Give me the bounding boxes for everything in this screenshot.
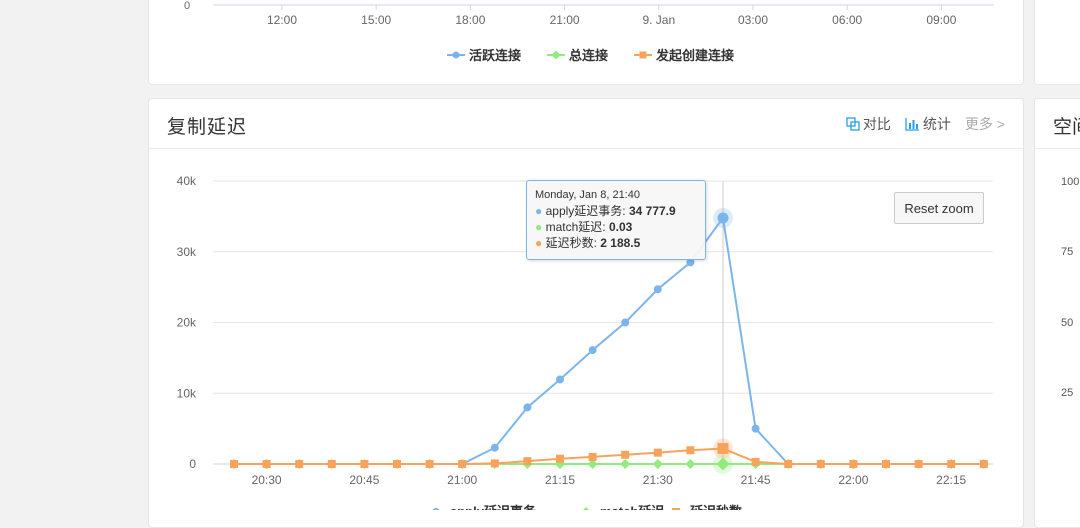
tooltip-label: match延迟	[546, 220, 603, 234]
tooltip-value: 34 777.9	[629, 204, 676, 218]
legend-label: 活跃连接	[469, 45, 521, 64]
legend-marker	[453, 51, 460, 58]
legend-item[interactable]: 总连接	[547, 45, 608, 64]
connections-legend: 活跃连接 总连接 发起创建连接	[447, 45, 734, 64]
panel-actions: 对比 统计 更多 >	[846, 114, 1005, 134]
tooltip-row-delay: ● 延迟秒数: 2 188.5	[535, 235, 697, 251]
space-panel-title: 空间	[1053, 112, 1080, 139]
series-dot-icon: ●	[535, 220, 542, 234]
legend-symbol-icon	[634, 49, 652, 61]
space-y-tick: 75	[1061, 246, 1073, 258]
space-y-tick: 25	[1061, 387, 1073, 399]
x-tick-label: 09:00	[926, 13, 956, 27]
reset-zoom-button[interactable]: Reset zoom	[894, 192, 984, 224]
space-panel: 空间 100 75 50 25	[1034, 98, 1080, 528]
connections-panel: 0 12:00 15:00 18:00 21:00 9. Jan 03:00 06:00 09…	[148, 0, 1024, 85]
tooltip-value: 0.03	[609, 220, 632, 234]
stats-label: 统计	[923, 114, 951, 134]
series-dot-icon: ●	[535, 204, 542, 218]
tooltip-value: 2 188.5	[600, 236, 640, 250]
y-tick-label: 0	[184, 0, 190, 12]
tooltip-row-match: ● match延迟: 0.03	[535, 219, 697, 235]
compare-icon	[846, 117, 860, 131]
legend-symbol-icon	[447, 49, 465, 61]
stats-button[interactable]: 统计	[905, 114, 951, 134]
x-tick-label: 15:00	[361, 13, 391, 27]
x-tick-label: 9. Jan	[642, 13, 675, 27]
x-tick-label: 03:00	[738, 13, 768, 27]
space-y-tick: 50	[1061, 317, 1073, 329]
legend-symbol-icon	[547, 49, 565, 61]
top-right-panel	[1034, 0, 1080, 85]
bar-chart-icon	[905, 117, 920, 131]
connections-chart: 0 12:00 15:00 18:00 21:00 9. Jan 03:00 06:00 09…	[149, 0, 1025, 85]
tooltip-label: 延迟秒数	[546, 236, 594, 250]
space-y-tick: 100	[1061, 176, 1079, 188]
legend-item[interactable]: 发起创建连接	[634, 45, 734, 64]
x-tick-label: 12:00	[267, 13, 297, 27]
replication-delay-panel: 复制延迟 对比 统计 更多 >	[148, 98, 1024, 528]
more-link[interactable]: 更多 >	[965, 114, 1005, 134]
legend-marker	[552, 50, 561, 59]
panel-header: 复制延迟 对比 统计 更多 >	[149, 99, 1023, 149]
legend-label: 发起创建连接	[656, 45, 734, 64]
x-tick-label: 06:00	[832, 13, 862, 27]
legend-marker	[640, 51, 647, 58]
tooltip-date: Monday, Jan 8, 21:40	[535, 189, 697, 201]
legend-label: 总连接	[569, 45, 608, 64]
x-tick-label: 18:00	[455, 13, 485, 27]
chart-tooltip: Monday, Jan 8, 21:40 ● apply延迟事务: 34 777…	[526, 180, 706, 260]
tooltip-row-apply: ● apply延迟事务: 34 777.9	[535, 203, 697, 219]
space-panel-header: 空间	[1035, 99, 1080, 149]
series-dot-icon: ●	[535, 236, 542, 250]
compare-label: 对比	[863, 114, 891, 134]
x-tick-label: 21:00	[550, 13, 580, 27]
legend-item[interactable]: 活跃连接	[447, 45, 521, 64]
tooltip-label: apply延迟事务	[546, 204, 623, 218]
panel-title: 复制延迟	[167, 112, 247, 139]
compare-button[interactable]: 对比	[846, 114, 891, 134]
